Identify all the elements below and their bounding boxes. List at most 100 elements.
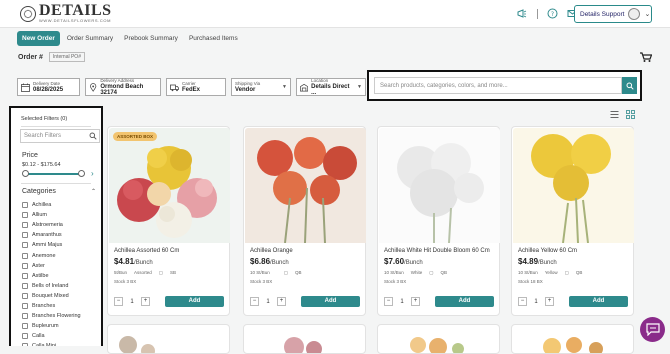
add-to-cart-button[interactable]: Add [435,296,494,307]
category-item[interactable]: Bells of Ireland [22,281,81,291]
increase-qty-button[interactable]: + [141,297,150,306]
category-item[interactable]: Achillea [22,200,81,210]
product-card[interactable]: ASSORTED BOX Achillea Assorted 60 Cm $4.81… [107,126,230,316]
price-min-handle[interactable] [22,170,29,177]
delivery-date-selector[interactable]: Delivery Date 08/28/2025 [17,78,80,96]
product-name[interactable]: Achillea Orange [250,248,293,254]
product-card[interactable] [511,324,634,354]
support-menu-button[interactable]: Details Support ⌄ [574,5,652,23]
price-slider-track[interactable] [24,173,81,175]
decrease-qty-button[interactable]: − [384,297,393,306]
category-checkbox[interactable] [22,272,28,279]
category-item[interactable]: Calla [22,331,81,341]
product-name[interactable]: Achillea Yellow 60 Cm [518,248,577,254]
product-image [119,336,155,353]
calendar-icon [21,83,30,92]
product-card[interactable]: Achillea Orange $6.86/Bunch 10 St/Bun ▢ QB St… [243,126,366,316]
product-name[interactable]: Achillea White Hit Double Bloom 60 Cm [384,248,490,254]
product-image[interactable] [379,128,500,243]
shipping-via-selector[interactable]: Shipping Via Vendor ▼ [231,78,291,96]
increase-qty-button[interactable]: + [545,297,554,306]
product-image[interactable] [245,128,366,243]
category-label: Amaranthus [32,232,62,239]
category-checkbox[interactable] [22,212,28,219]
product-card[interactable] [243,324,366,354]
category-label: Ammi Majus [32,242,63,249]
product-card[interactable]: Achillea White Hit Double Bloom 60 Cm $7.… [377,126,500,316]
price-range-value: $0.12 - $175.64 [22,162,61,168]
decrease-qty-button[interactable]: − [114,297,123,306]
category-checkbox[interactable] [22,323,28,330]
cart-icon[interactable] [640,52,652,62]
megaphone-icon[interactable] [517,8,528,19]
chat-button[interactable] [640,317,665,342]
decrease-qty-button[interactable]: − [250,297,259,306]
quantity-value[interactable]: 1 [533,299,539,305]
category-checkbox[interactable] [22,232,28,239]
delivery-address-selector[interactable]: Delivery Address Ormond Beach 32174 [85,78,161,96]
category-item[interactable]: Branches [22,301,81,311]
category-checkbox[interactable] [22,222,28,229]
tab-prebook-summary[interactable]: Prebook Summary [120,32,182,45]
category-item[interactable]: Branches Flowering [22,311,81,321]
product-image[interactable] [109,128,230,243]
price-value: $6.86 [250,257,271,266]
quantity-value[interactable]: 1 [129,299,135,305]
category-item[interactable]: Anemone [22,250,81,260]
category-item[interactable]: Astilbe [22,271,81,281]
category-label: Anemone [32,252,56,259]
category-checkbox[interactable] [22,282,28,289]
stems-per-bunch: 5t/Bun [114,270,128,275]
category-item[interactable]: Amaranthus [22,230,81,240]
category-checkbox[interactable] [22,252,28,259]
grid-view-icon[interactable] [626,110,635,119]
carrier-selector[interactable]: Carrier FedEx [166,78,226,96]
category-checkbox[interactable] [22,313,28,320]
product-search-input[interactable]: Search products, categories, colors, and… [374,77,622,94]
category-item[interactable]: Bouquet Mixed [22,291,81,301]
category-item[interactable]: Ammi Majus [22,240,81,250]
box-icon: ▢ [158,270,164,275]
tab-purchased-items[interactable]: Purchased Items [185,32,242,45]
details-logo[interactable]: DETAILS WWW.DETAILSFLOWERS.COM [20,3,112,23]
add-to-cart-button[interactable]: Add [301,296,360,307]
category-item[interactable]: Alstroemeria [22,220,81,230]
category-item[interactable]: Allium [22,210,81,220]
category-item[interactable]: Calla Mini [22,341,81,346]
increase-qty-button[interactable]: + [277,297,286,306]
increase-qty-button[interactable]: + [411,297,420,306]
decrease-qty-button[interactable]: − [518,297,527,306]
location-selector[interactable]: Location Details Direct ... ▼ [296,78,366,96]
category-label: Bells of Ireland [32,282,69,289]
chevron-up-icon[interactable]: ⌃ [91,188,96,195]
price-max-handle[interactable] [78,170,85,177]
category-checkbox[interactable] [22,292,28,299]
add-to-cart-button[interactable]: Add [569,296,628,307]
product-card[interactable] [377,324,500,354]
category-checkbox[interactable] [22,262,28,269]
tab-order-summary[interactable]: Order Summary [63,32,117,45]
add-to-cart-button[interactable]: Add [165,296,224,307]
category-item[interactable]: Bupleurum [22,321,81,331]
product-card[interactable] [107,324,230,354]
product-image [284,337,322,353]
category-checkbox[interactable] [22,202,28,209]
product-image[interactable] [513,128,634,243]
category-checkbox[interactable] [22,302,28,309]
filter-search-input[interactable]: Search Filters [20,129,100,143]
chevron-right-icon[interactable]: › [91,169,94,178]
quantity-value[interactable]: 1 [265,299,271,305]
category-item[interactable]: Aster [22,261,81,271]
list-view-icon[interactable] [610,110,619,119]
stems-per-bunch: 10 St/Bun [250,270,270,275]
product-card[interactable]: Achillea Yellow 60 Cm $4.89/Bunch 10 St/Bu… [511,126,634,316]
category-checkbox[interactable] [22,242,28,249]
quantity-value[interactable]: 1 [399,299,405,305]
tab-new-order[interactable]: New Order [17,31,60,46]
stems-per-bunch: 10 St/Bun [384,270,404,275]
search-button[interactable] [622,77,637,94]
help-icon[interactable]: ? [547,8,558,19]
category-checkbox[interactable] [22,333,28,340]
product-name[interactable]: Achillea Assorted 60 Cm [114,248,179,254]
internal-po-field[interactable]: Internal PO# [48,52,85,62]
